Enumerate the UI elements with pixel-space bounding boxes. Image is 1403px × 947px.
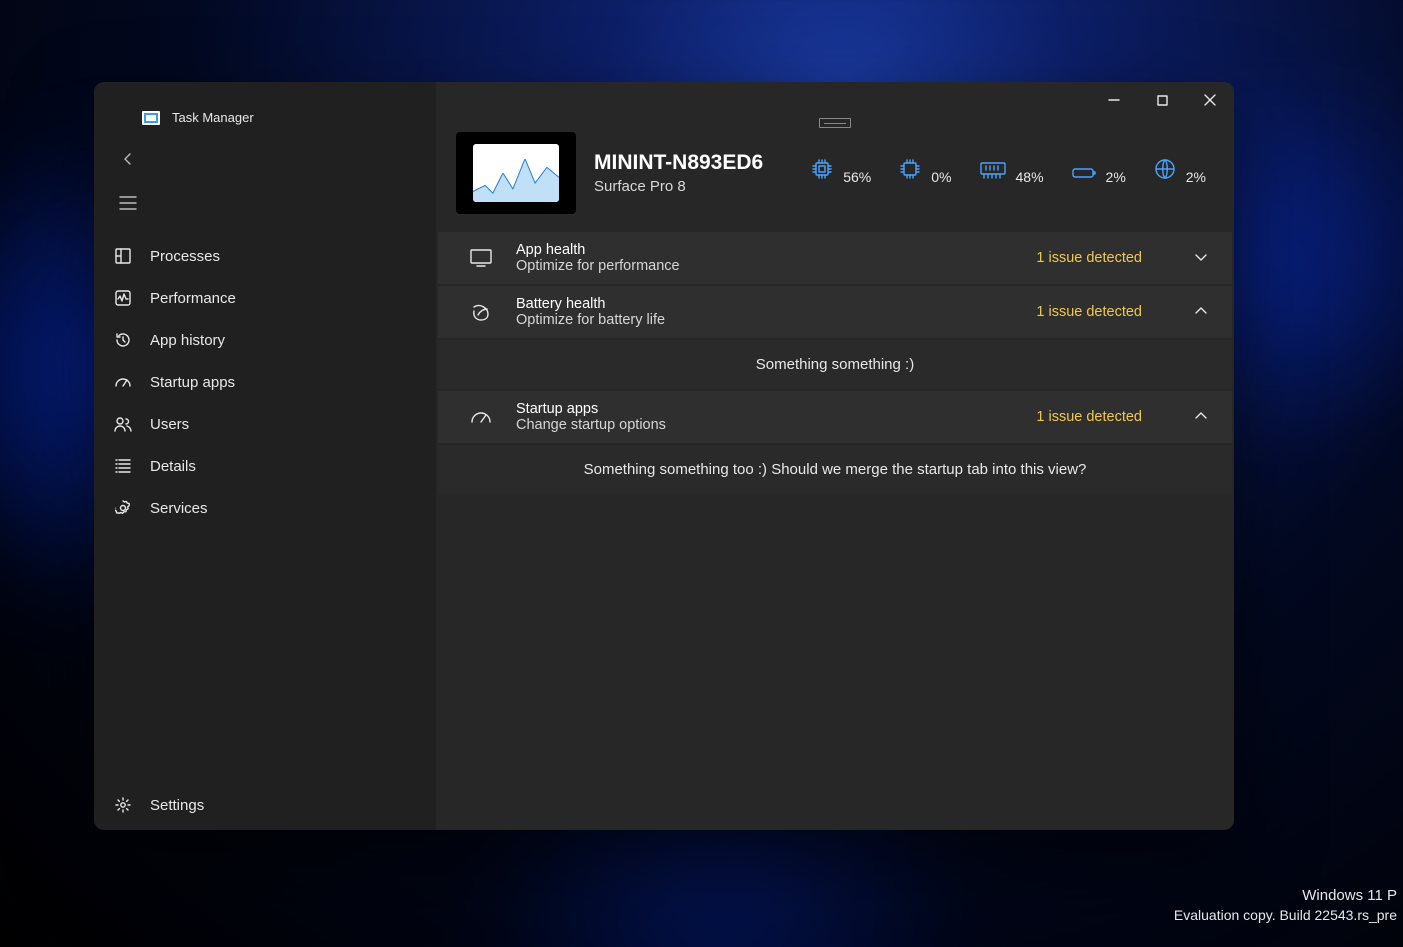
stats: 56% 0% 48% 2% 2%: [811, 158, 1206, 189]
minimize-icon: [1108, 94, 1120, 106]
card-app-health[interactable]: App health Optimize for performance 1 is…: [438, 232, 1232, 284]
card-title: App health: [516, 242, 1014, 258]
gear-outline-icon: [114, 499, 132, 517]
device-model: Surface Pro 8: [594, 178, 763, 195]
gauge-icon: [114, 373, 132, 391]
nav-label: Processes: [150, 248, 220, 265]
maximize-icon: [1157, 95, 1168, 106]
hero-icon: [456, 132, 576, 214]
sidebar-item-settings[interactable]: Settings: [94, 788, 436, 830]
nav-label: App history: [150, 332, 225, 349]
app-icon: [142, 111, 160, 125]
battery-leaf-icon: [468, 303, 494, 321]
app-title: Task Manager: [172, 110, 254, 125]
history-icon: [114, 331, 132, 349]
minimize-button[interactable]: [1090, 82, 1138, 118]
ram-icon: [980, 162, 1006, 185]
issue-badge: 1 issue detected: [1036, 409, 1142, 425]
sidebar-item-processes[interactable]: Processes: [94, 235, 436, 277]
card-title: Startup apps: [516, 401, 1014, 417]
arrow-left-icon: [120, 151, 136, 167]
nav: Processes Performance App history Startu…: [94, 225, 436, 788]
maximize-button[interactable]: [1138, 82, 1186, 118]
monitor-icon: [468, 249, 494, 267]
sidebar-item-app-history[interactable]: App history: [94, 319, 436, 361]
card-title: Battery health: [516, 296, 1014, 312]
stat-value: 56%: [843, 169, 871, 185]
cpu-icon: [811, 158, 833, 185]
nav-label: Startup apps: [150, 374, 235, 391]
card-sub: Optimize for performance: [516, 258, 1014, 274]
disk-icon: [1072, 166, 1096, 185]
stat-value: 0%: [931, 169, 951, 185]
card-sub: Optimize for battery life: [516, 312, 1014, 328]
header: MININT-N893ED6 Surface Pro 8 56% 0% 48%: [436, 118, 1234, 232]
chart-icon: [473, 144, 559, 202]
watermark: Windows 11 P Evaluation copy. Build 2254…: [1174, 886, 1397, 925]
issue-badge: 1 issue detected: [1036, 250, 1142, 266]
card-sub: Change startup options: [516, 417, 1014, 433]
back-button[interactable]: [114, 145, 142, 173]
watermark-line2: Evaluation copy. Build 22543.rs_pre: [1174, 906, 1397, 925]
chevron-down-icon: [1194, 249, 1210, 267]
task-manager-window: Task Manager Processes Performance Ap: [94, 82, 1234, 830]
list-icon: [114, 457, 132, 475]
card-detail: Something something too :) Should we mer…: [438, 445, 1232, 494]
issue-badge: 1 issue detected: [1036, 304, 1142, 320]
globe-icon: [1154, 158, 1176, 185]
stat-disk[interactable]: 2%: [1072, 166, 1126, 185]
cards: App health Optimize for performance 1 is…: [436, 232, 1234, 494]
titlebar-right: [436, 82, 1234, 118]
sidebar-item-users[interactable]: Users: [94, 403, 436, 445]
users-icon: [114, 415, 132, 433]
chevron-up-icon: [1194, 408, 1210, 426]
grip-handle[interactable]: [819, 118, 851, 128]
stat-value: 2%: [1186, 169, 1206, 185]
nav-label: Details: [150, 458, 196, 475]
gauge-icon: [468, 409, 494, 425]
hamburger-icon: [119, 196, 137, 210]
stat-value: 48%: [1016, 169, 1044, 185]
card-detail: Something something :): [438, 340, 1232, 389]
stat-gpu[interactable]: 0%: [899, 158, 951, 185]
close-icon: [1204, 94, 1216, 106]
stat-ram[interactable]: 48%: [980, 162, 1044, 185]
stat-net[interactable]: 2%: [1154, 158, 1206, 185]
grid-icon: [114, 247, 132, 265]
card-battery-health[interactable]: Battery health Optimize for battery life…: [438, 286, 1232, 338]
sidebar: Task Manager Processes Performance Ap: [94, 82, 436, 830]
device-name: MININT-N893ED6: [594, 151, 763, 175]
content: MININT-N893ED6 Surface Pro 8 56% 0% 48%: [436, 82, 1234, 830]
close-button[interactable]: [1186, 82, 1234, 118]
gpu-icon: [899, 158, 921, 185]
sidebar-item-performance[interactable]: Performance: [94, 277, 436, 319]
sidebar-item-startup-apps[interactable]: Startup apps: [94, 361, 436, 403]
nav-label: Settings: [150, 797, 204, 814]
hamburger-button[interactable]: [114, 189, 142, 217]
sidebar-item-services[interactable]: Services: [94, 487, 436, 529]
sidebar-item-details[interactable]: Details: [94, 445, 436, 487]
nav-label: Performance: [150, 290, 236, 307]
watermark-line1: Windows 11 P: [1174, 886, 1397, 906]
stat-value: 2%: [1106, 169, 1126, 185]
nav-label: Services: [150, 500, 208, 517]
stat-cpu[interactable]: 56%: [811, 158, 871, 185]
activity-icon: [114, 289, 132, 307]
settings-icon: [114, 796, 132, 814]
nav-label: Users: [150, 416, 189, 433]
card-startup-apps[interactable]: Startup apps Change startup options 1 is…: [438, 391, 1232, 443]
titlebar-left: Task Manager: [94, 96, 436, 135]
chevron-up-icon: [1194, 303, 1210, 321]
